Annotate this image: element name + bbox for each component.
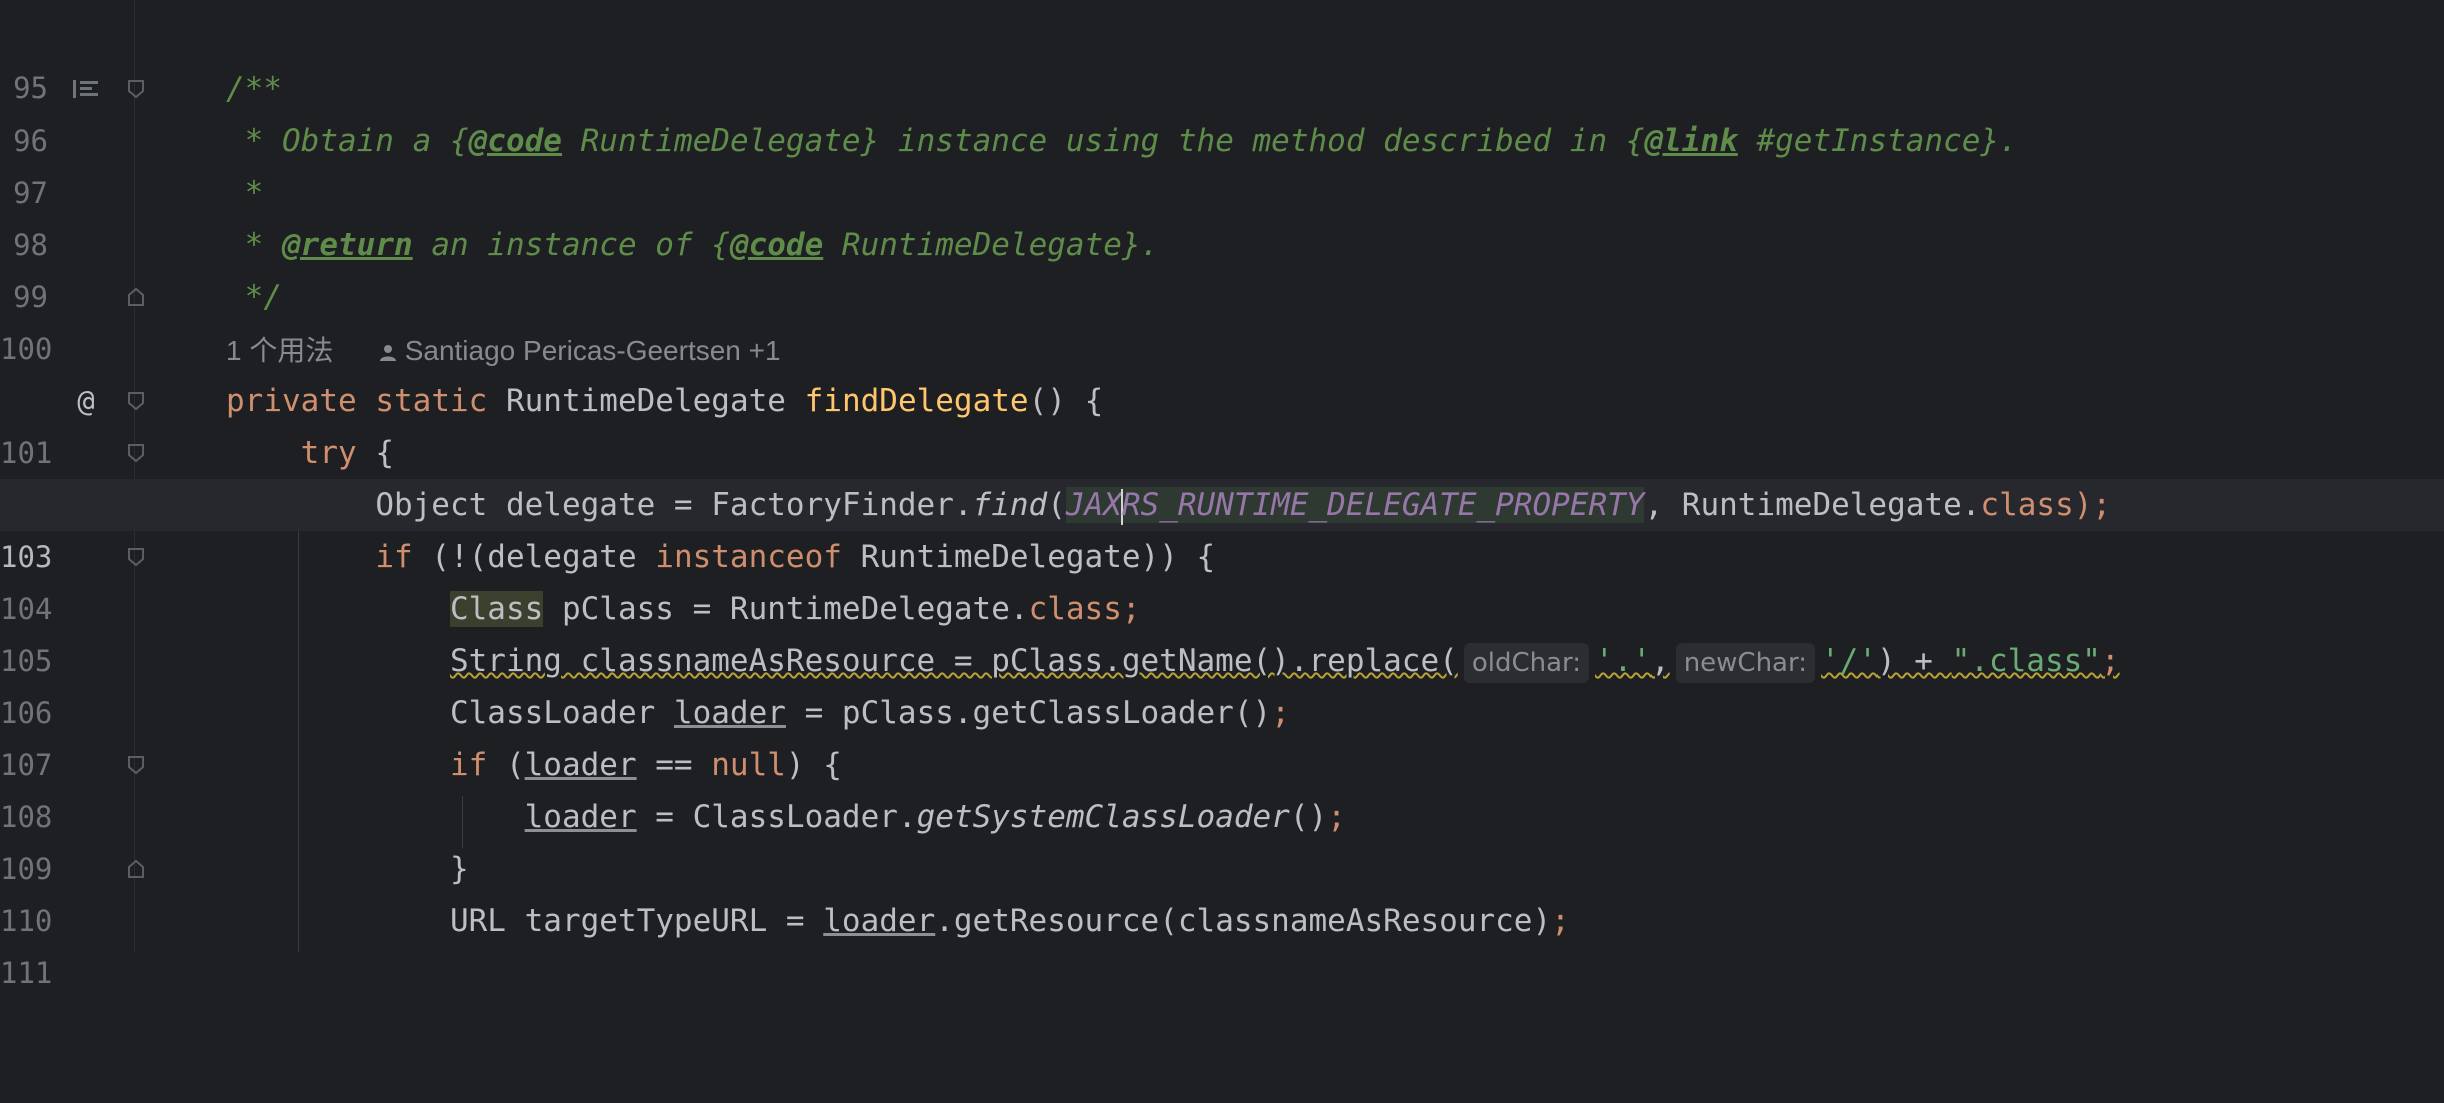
string-literal: '.' bbox=[1595, 643, 1652, 679]
code-text: ; bbox=[1327, 799, 1346, 835]
keyword: private bbox=[226, 383, 357, 419]
keyword: if bbox=[375, 539, 413, 575]
variable-reassigned[interactable]: loader bbox=[674, 695, 786, 731]
doc-comment: * bbox=[226, 227, 282, 263]
doc-comment: * Obtain a { bbox=[226, 123, 469, 159]
doc-comment: an instance of { bbox=[412, 227, 730, 263]
code-line-98[interactable]: 98 * bbox=[0, 167, 2444, 262]
code-vision-hint[interactable]: 1 个用法 Santiago Pericas-Geertsen +1 bbox=[226, 325, 781, 379]
code-text: ( bbox=[487, 747, 525, 783]
method-declaration[interactable]: findDelegate bbox=[805, 383, 1029, 419]
code-line-107[interactable]: 107 ClassLoader loader = pClass.getClass… bbox=[0, 687, 2444, 782]
param-hint: newChar: bbox=[1675, 642, 1815, 683]
code-line-104[interactable]: 104 if (!(delegate instanceof RuntimeDel… bbox=[0, 531, 2444, 626]
fold-icon[interactable] bbox=[122, 375, 150, 427]
code-text: ); bbox=[2073, 487, 2112, 523]
keyword: null bbox=[711, 747, 786, 783]
code-text: RuntimeDelegate)) { bbox=[841, 539, 1216, 575]
fold-icon[interactable] bbox=[122, 427, 150, 479]
code-line-96[interactable]: 96 /** bbox=[0, 63, 2444, 158]
keyword: class bbox=[1028, 591, 1122, 627]
code-text: ( bbox=[1047, 487, 1066, 523]
person-icon bbox=[379, 327, 397, 379]
warning-code[interactable]: String classnameAsResource = pClass.getN… bbox=[450, 643, 1458, 679]
doc-comment: RuntimeDelegate} instance using the meth… bbox=[561, 123, 1645, 159]
keyword: instanceof bbox=[655, 539, 842, 575]
fold-icon[interactable] bbox=[122, 739, 150, 791]
fold-icon[interactable] bbox=[122, 531, 150, 583]
code-line-111[interactable]: 111 URL targetTypeURL = loader.getResour… bbox=[0, 895, 2444, 990]
author-hint[interactable]: Santiago Pericas-Geertsen +1 bbox=[405, 335, 781, 366]
code-text: = pClass.getClassLoader() bbox=[785, 695, 1272, 731]
code-text: ) + bbox=[1876, 643, 1952, 679]
code-text: ) { bbox=[785, 747, 842, 783]
code-text: URL targetTypeURL = bbox=[449, 903, 824, 939]
code-text: == bbox=[636, 747, 712, 783]
doc-comment: */ bbox=[226, 279, 282, 315]
usages-count[interactable]: 1 个用法 bbox=[226, 335, 333, 366]
doc-tag[interactable]: @code bbox=[469, 123, 562, 159]
doc-comment: #getInstance}. bbox=[1737, 123, 2018, 159]
param-hint: oldChar: bbox=[1463, 642, 1590, 683]
code-line-99[interactable]: 99 * @return an instance of {@code Runti… bbox=[0, 219, 2444, 314]
code-editor[interactable]: 95 96 /** 97 * Obtain a {@code RuntimeDe… bbox=[0, 0, 2444, 990]
code-line-97[interactable]: 97 * Obtain a {@code RuntimeDelegate} in… bbox=[0, 115, 2444, 210]
highlighted-type[interactable]: Class bbox=[449, 591, 544, 627]
code-text: pClass = RuntimeDelegate. bbox=[543, 591, 1029, 627]
annotation-at-icon[interactable]: @ bbox=[72, 375, 100, 427]
doc-comment: * bbox=[226, 175, 264, 211]
code-text: () { bbox=[1028, 383, 1104, 419]
string-literal: ".class" bbox=[1951, 643, 2101, 679]
method-call[interactable]: find bbox=[973, 487, 1048, 523]
doc-tag[interactable]: @code bbox=[730, 227, 823, 263]
keyword: class bbox=[1980, 487, 2074, 523]
constant[interactable]: RS_RUNTIME_DELEGATE_PROPERTY bbox=[1122, 487, 1645, 523]
fold-end-icon[interactable] bbox=[122, 271, 150, 323]
code-text: , bbox=[1651, 643, 1670, 679]
code-text: { bbox=[356, 435, 394, 471]
code-line-103-current[interactable]: 103 Object delegate = FactoryFinder.find… bbox=[0, 479, 2444, 574]
code-text: ClassLoader bbox=[449, 695, 674, 731]
method-call[interactable]: getSystemClassLoader bbox=[917, 799, 1290, 835]
fold-end-icon[interactable] bbox=[122, 843, 150, 895]
fold-icon[interactable] bbox=[122, 63, 150, 115]
type-name: RuntimeDelegate bbox=[505, 383, 786, 419]
variable-reassigned[interactable]: loader bbox=[823, 903, 935, 939]
code-line-106[interactable]: 106 String classnameAsResource = pClass.… bbox=[0, 635, 2444, 730]
code-text: } bbox=[449, 851, 469, 887]
line-number: 100 bbox=[0, 332, 53, 366]
line-number: 111 bbox=[0, 956, 53, 990]
doc-tag[interactable]: @link bbox=[1644, 123, 1737, 159]
code-text: ; bbox=[2100, 643, 2120, 679]
code-text: ; bbox=[1271, 695, 1290, 731]
keyword: try bbox=[300, 435, 357, 471]
keyword: static bbox=[375, 383, 488, 419]
code-line-101[interactable]: 101 @ private static RuntimeDelegate fin… bbox=[0, 375, 2444, 470]
variable-reassigned[interactable]: loader bbox=[525, 799, 637, 835]
doc-comment: RuntimeDelegate}. bbox=[823, 227, 1160, 263]
code-line-109[interactable]: 109 loader = ClassLoader.getSystemClassL… bbox=[0, 791, 2444, 886]
constant[interactable]: JAX bbox=[1066, 487, 1122, 523]
code-line-110[interactable]: 110 } bbox=[0, 843, 2444, 938]
string-literal: '/' bbox=[1820, 643, 1877, 679]
code-text: .getResource(classnameAsResource) bbox=[935, 903, 1552, 939]
doc-tag[interactable]: @return bbox=[282, 227, 413, 263]
code-line-102[interactable]: 102 try { bbox=[0, 427, 2444, 522]
code-line-100[interactable]: 100 */ bbox=[0, 271, 2444, 366]
code-text: Object delegate = FactoryFinder. bbox=[375, 487, 973, 523]
code-text: () bbox=[1289, 799, 1328, 835]
doc-comment: /** bbox=[226, 71, 282, 107]
render-doc-icon[interactable] bbox=[72, 63, 100, 115]
code-line-108[interactable]: 108 if (loader == null) { bbox=[0, 739, 2444, 834]
code-text: , RuntimeDelegate. bbox=[1644, 487, 1981, 523]
code-text: (!(delegate bbox=[412, 539, 656, 575]
keyword: if bbox=[449, 747, 488, 783]
code-text: = ClassLoader. bbox=[636, 799, 917, 835]
code-line-95[interactable]: 95 bbox=[0, 10, 2444, 105]
code-line-105[interactable]: 105 Class pClass = RuntimeDelegate.class… bbox=[0, 583, 2444, 678]
code-text: ; bbox=[1121, 591, 1141, 627]
variable-reassigned[interactable]: loader bbox=[525, 747, 637, 783]
code-text: ; bbox=[1551, 903, 1570, 939]
